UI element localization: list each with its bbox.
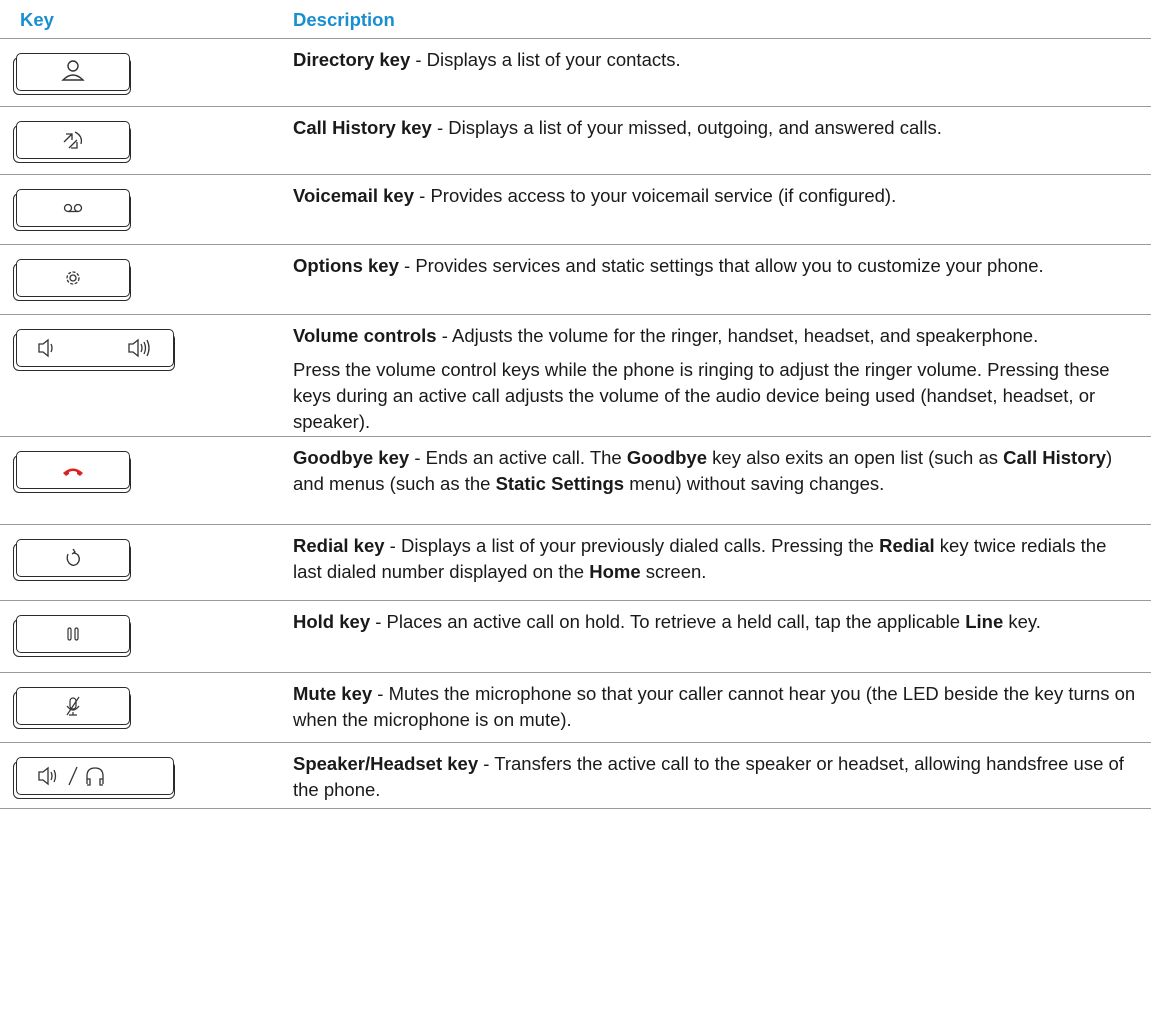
bold-term: Speaker/Headset key: [293, 753, 479, 774]
description-cell: Voicemail key - Provides access to your …: [293, 183, 1139, 209]
speaker-headset-icon: [38, 766, 104, 786]
key-image-cell: [12, 753, 282, 799]
call-history-arrows-icon: [63, 131, 83, 149]
key-image-cell: [12, 535, 282, 581]
description-text: - Displays a list of your missed, outgoi…: [431, 117, 942, 138]
description-cell: Mute key - Mutes the microphone so that …: [293, 681, 1139, 733]
bold-term: Call History key: [293, 117, 432, 138]
hold-pause-key-button: [13, 615, 131, 657]
description-text: key.: [1003, 611, 1041, 632]
description-cell: Volume controls - Adjusts the volume for…: [293, 323, 1139, 435]
description-text: - Provides access to your voicemail serv…: [414, 185, 897, 206]
key-image-cell: [12, 611, 282, 657]
bold-term: Directory key: [293, 49, 411, 70]
description-paragraph: Voicemail key - Provides access to your …: [293, 183, 1139, 209]
table-row: Hold key - Places an active call on hold…: [0, 601, 1151, 673]
description-paragraph: Mute key - Mutes the microphone so that …: [293, 681, 1139, 733]
description-paragraph: Options key - Provides services and stat…: [293, 253, 1139, 279]
call-history-arrows-key-button: [13, 121, 131, 163]
bold-term: Call History: [1003, 447, 1106, 468]
description-text: screen.: [640, 561, 707, 582]
description-paragraph: Directory key - Displays a list of your …: [293, 47, 1139, 73]
voicemail-icon: [63, 203, 83, 213]
header-key: Key: [20, 9, 54, 30]
key-image-cell: [12, 49, 282, 95]
key-image-cell: [12, 117, 282, 163]
description-paragraph: Goodbye key - Ends an active call. The G…: [293, 445, 1139, 497]
bold-term: Home: [589, 561, 641, 582]
bold-term: Volume controls: [293, 325, 437, 346]
table-body: Directory key - Displays a list of your …: [0, 39, 1151, 809]
redial-icon: [66, 548, 80, 566]
description-paragraph: Hold key - Places an active call on hold…: [293, 609, 1139, 635]
bold-term: Goodbye key: [293, 447, 410, 468]
table-row: Goodbye key - Ends an active call. The G…: [0, 437, 1151, 525]
description-text: - Displays a list of your previously dia…: [384, 535, 880, 556]
description-text: menu) without saving changes.: [624, 473, 885, 494]
bold-term: Line: [965, 611, 1004, 632]
description-paragraph: Press the volume control keys while the …: [293, 357, 1139, 435]
volume-icon: [38, 338, 150, 358]
table-row: Directory key - Displays a list of your …: [0, 39, 1151, 107]
hang-up-phone-icon: [63, 468, 83, 476]
description-cell: Goodbye key - Ends an active call. The G…: [293, 445, 1139, 497]
table-row: Speaker/Headset key - Transfers the acti…: [0, 743, 1151, 809]
header-description: Description: [293, 9, 395, 30]
description-cell: Redial key - Displays a list of your pre…: [293, 533, 1139, 585]
table-row: Voicemail key - Provides access to your …: [0, 175, 1151, 245]
table-row: Call History key - Displays a list of yo…: [0, 107, 1151, 175]
description-text: - Adjusts the volume for the ringer, han…: [436, 325, 1039, 346]
key-image-cell: [12, 185, 282, 231]
description-text: - Displays a list of your contacts.: [410, 49, 681, 70]
description-paragraph: Volume controls - Adjusts the volume for…: [293, 323, 1139, 349]
key-description-table: Key Description Directory key - Displays…: [0, 0, 1151, 809]
description-text: - Ends an active call. The: [409, 447, 627, 468]
bold-term: Redial: [879, 535, 935, 556]
volume-key-button: [13, 329, 175, 371]
description-cell: Hold key - Places an active call on hold…: [293, 609, 1139, 635]
description-text: key also exits an open list (such as: [707, 447, 1004, 468]
table-row: Mute key - Mutes the microphone so that …: [0, 673, 1151, 743]
description-cell: Call History key - Displays a list of yo…: [293, 115, 1139, 141]
redial-key-button: [13, 539, 131, 581]
description-paragraph: Redial key - Displays a list of your pre…: [293, 533, 1139, 585]
hold-pause-icon: [67, 627, 79, 641]
description-text: Press the volume control keys while the …: [293, 359, 1110, 432]
table-row: Volume controls - Adjusts the volume for…: [0, 315, 1151, 437]
bold-term: Hold key: [293, 611, 371, 632]
mute-microphone-icon: [66, 696, 80, 716]
description-text: - Provides services and static settings …: [398, 255, 1044, 276]
description-paragraph: Speaker/Headset key - Transfers the acti…: [293, 751, 1139, 803]
bold-term: Options key: [293, 255, 399, 276]
description-cell: Speaker/Headset key - Transfers the acti…: [293, 751, 1139, 803]
directory-person-icon: [61, 60, 85, 81]
description-cell: Options key - Provides services and stat…: [293, 253, 1139, 279]
table-header: Key Description: [0, 0, 1151, 39]
table-row: Options key - Provides services and stat…: [0, 245, 1151, 315]
key-image-cell: [12, 447, 282, 493]
description-text: - Places an active call on hold. To retr…: [370, 611, 966, 632]
voicemail-key-button: [13, 189, 131, 231]
bold-term: Mute key: [293, 683, 373, 704]
description-paragraph: Call History key - Displays a list of yo…: [293, 115, 1139, 141]
gear-icon: [66, 271, 80, 285]
bold-term: Redial key: [293, 535, 385, 556]
bold-term: Voicemail key: [293, 185, 415, 206]
description-text: - Mutes the microphone so that your call…: [293, 683, 1136, 730]
bold-term: Static Settings: [495, 473, 625, 494]
gear-key-button: [13, 259, 131, 301]
bold-term: Goodbye: [626, 447, 708, 468]
table-row: Redial key - Displays a list of your pre…: [0, 525, 1151, 601]
speaker-headset-key-button: [13, 757, 175, 799]
key-image-cell: [12, 683, 282, 729]
hang-up-phone-key-button: [13, 451, 131, 493]
mute-microphone-key-button: [13, 687, 131, 729]
directory-person-key-button: [13, 53, 131, 95]
key-image-cell: [12, 255, 282, 301]
key-image-cell: [12, 325, 282, 371]
description-cell: Directory key - Displays a list of your …: [293, 47, 1139, 73]
